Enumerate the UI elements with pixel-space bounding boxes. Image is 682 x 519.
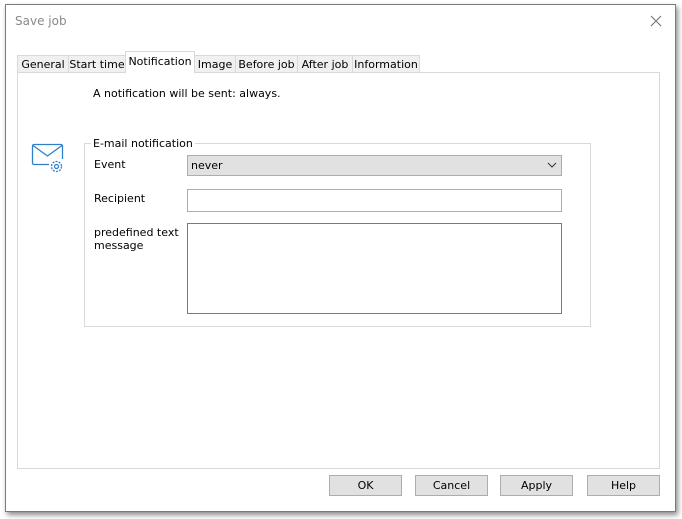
notification-info-text: A notification will be sent: always. xyxy=(93,87,281,100)
notification-panel: A notification will be sent: always. E-m… xyxy=(17,72,660,469)
tab-notification[interactable]: Notification xyxy=(125,51,195,73)
tab-image[interactable]: Image xyxy=(194,55,236,72)
recipient-label: Recipient xyxy=(94,192,146,205)
group-title: E-mail notification xyxy=(91,137,195,150)
message-label-line1: predefined text xyxy=(94,226,179,239)
tab-before-job[interactable]: Before job xyxy=(235,55,298,72)
chevron-down-icon xyxy=(547,162,557,168)
message-label-line2: message xyxy=(94,239,144,252)
tab-after-job[interactable]: After job xyxy=(297,55,353,72)
close-button[interactable] xyxy=(648,13,664,29)
message-label: predefined text message xyxy=(94,226,179,252)
close-icon xyxy=(650,15,662,27)
apply-button[interactable]: Apply xyxy=(500,475,573,496)
tab-general[interactable]: General xyxy=(17,55,69,72)
save-job-dialog: Save job General Start time Notification… xyxy=(5,4,676,512)
event-select[interactable]: never xyxy=(187,155,562,176)
help-button[interactable]: Help xyxy=(587,475,660,496)
window-title: Save job xyxy=(15,14,67,28)
tab-start-time[interactable]: Start time xyxy=(68,55,126,72)
event-select-value: never xyxy=(191,159,223,172)
recipient-input[interactable] xyxy=(187,189,562,212)
message-textarea[interactable] xyxy=(187,223,562,314)
email-notification-group: E-mail notification Event never Recipien… xyxy=(84,137,591,327)
tab-information[interactable]: Information xyxy=(352,55,420,72)
event-label: Event xyxy=(94,158,126,171)
cancel-button[interactable]: Cancel xyxy=(415,475,488,496)
mail-settings-icon xyxy=(31,141,65,175)
ok-button[interactable]: OK xyxy=(329,475,402,496)
